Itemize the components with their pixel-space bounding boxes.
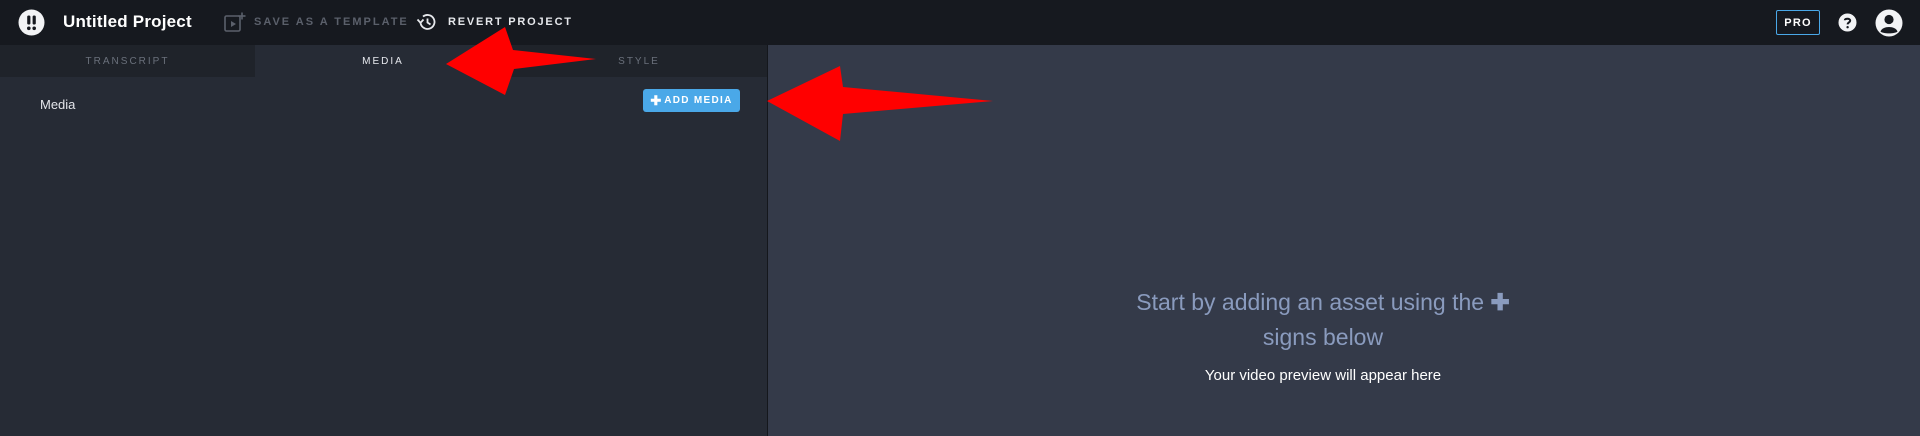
top-bar: Untitled Project SAVE AS A TEMPLATE REVE… — [0, 0, 1920, 45]
save-as-template-button[interactable]: SAVE AS A TEMPLATE — [224, 11, 409, 33]
left-panel: TRANSCRIPT MEDIA STYLE Media ✚ ADD MEDIA — [0, 45, 767, 436]
pro-badge-button[interactable]: PRO — [1776, 10, 1820, 35]
empty-heading-line1: Start by adding an asset using the — [1136, 289, 1485, 315]
add-media-button[interactable]: ✚ ADD MEDIA — [643, 89, 740, 112]
video-preview-panel: Start by adding an asset using the ✚ sig… — [768, 45, 1920, 436]
save-as-template-label: SAVE AS A TEMPLATE — [254, 16, 409, 28]
tab-style[interactable]: STYLE — [511, 45, 767, 77]
add-media-label: ADD MEDIA — [664, 95, 733, 106]
project-title[interactable]: Untitled Project — [63, 12, 192, 32]
empty-preview-heading: Start by adding an asset using the ✚ sig… — [1098, 285, 1548, 355]
add-frame-icon — [224, 12, 246, 32]
empty-preview-subtext: Your video preview will appear here — [1204, 367, 1442, 384]
history-icon — [416, 14, 436, 30]
panel-tabs: TRANSCRIPT MEDIA STYLE — [0, 45, 767, 77]
plus-icon: ✚ — [1490, 289, 1510, 315]
logo-icon[interactable] — [18, 9, 45, 36]
empty-heading-line2: signs below — [1262, 324, 1384, 350]
plus-icon: ✚ — [650, 92, 662, 108]
help-icon[interactable] — [1838, 13, 1857, 32]
tab-transcript[interactable]: TRANSCRIPT — [0, 45, 255, 77]
revert-project-button[interactable]: REVERT PROJECT — [416, 11, 573, 33]
revert-project-label: REVERT PROJECT — [448, 16, 573, 28]
media-section-label: Media — [40, 97, 76, 112]
account-icon[interactable] — [1875, 9, 1903, 37]
tab-media[interactable]: MEDIA — [255, 45, 511, 77]
